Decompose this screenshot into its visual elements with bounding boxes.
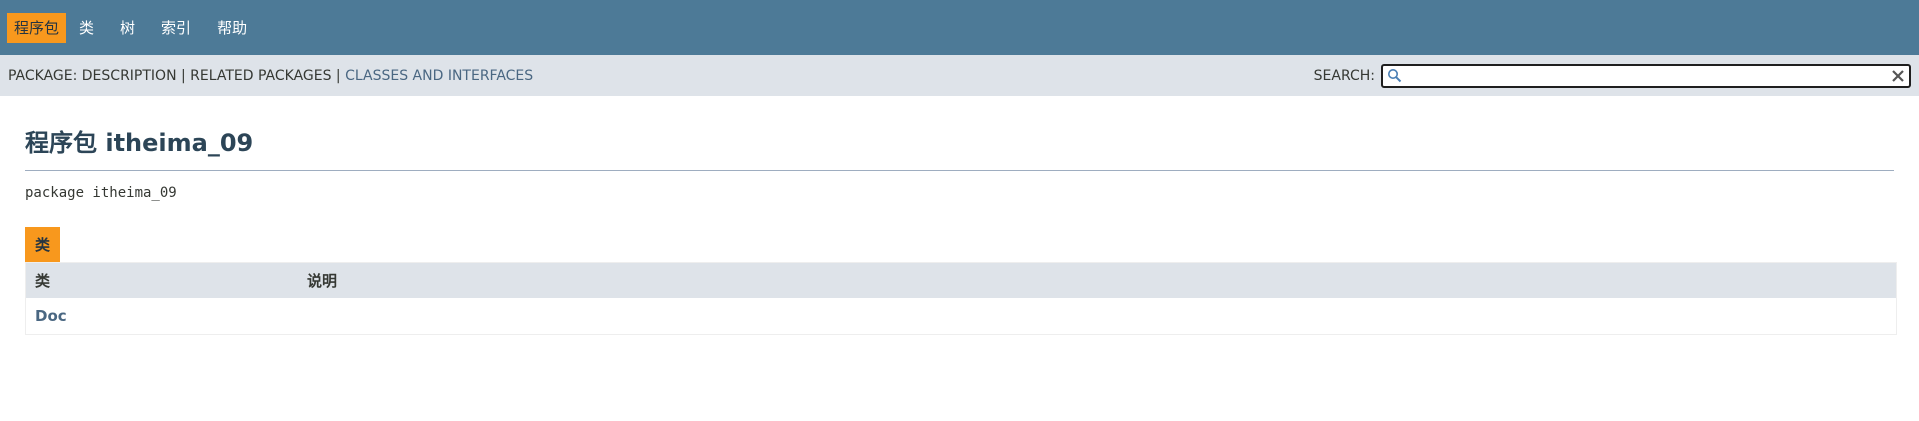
nav-item-tree[interactable]: 树 [113, 13, 142, 43]
sub-navigation-bar: PACKAGE: DESCRIPTION | RELATED PACKAGES … [0, 55, 1919, 96]
table-header-row: 类 说明 [26, 263, 1896, 298]
search-box[interactable] [1381, 63, 1911, 88]
column-header-class: 类 [35, 272, 51, 290]
description-label: DESCRIPTION [81, 67, 177, 84]
top-navigation-bar: 程序包 类 树 索引 帮助 [0, 0, 1919, 55]
package-prefix: PACKAGE: [8, 67, 82, 84]
nav-item-help[interactable]: 帮助 [210, 13, 254, 43]
column-header-description: 说明 [307, 272, 338, 290]
clear-icon[interactable] [1891, 69, 1905, 83]
package-subnav-links: PACKAGE: DESCRIPTION | RELATED PACKAGES … [8, 68, 533, 84]
classes-table: 类 说明 Doc [25, 262, 1897, 335]
related-packages-label: RELATED PACKAGES [190, 67, 332, 84]
search-label: SEARCH: [1313, 67, 1375, 84]
class-name-cell: Doc [26, 307, 307, 325]
class-link-doc[interactable]: Doc [35, 307, 67, 325]
main-content: 程序包 itheima_09 package itheima_09 类 类 说明… [0, 123, 1919, 335]
package-signature: package itheima_09 [25, 185, 177, 201]
search-icon [1388, 69, 1402, 83]
classes-and-interfaces-link[interactable]: CLASSES AND INTERFACES [345, 68, 533, 84]
table-row: Doc [26, 298, 1896, 334]
nav-item-package[interactable]: 程序包 [7, 12, 67, 43]
search-area: SEARCH: [1313, 63, 1911, 88]
nav-item-index[interactable]: 索引 [154, 13, 198, 43]
separator: | [331, 67, 346, 84]
table-caption-tab[interactable]: 类 [25, 227, 61, 262]
separator: | [176, 67, 191, 84]
page-title: 程序包 itheima_09 [25, 123, 1894, 171]
classes-summary: 类 类 说明 Doc [25, 227, 1897, 335]
nav-item-class[interactable]: 类 [72, 13, 101, 43]
search-input[interactable] [1406, 65, 1891, 86]
